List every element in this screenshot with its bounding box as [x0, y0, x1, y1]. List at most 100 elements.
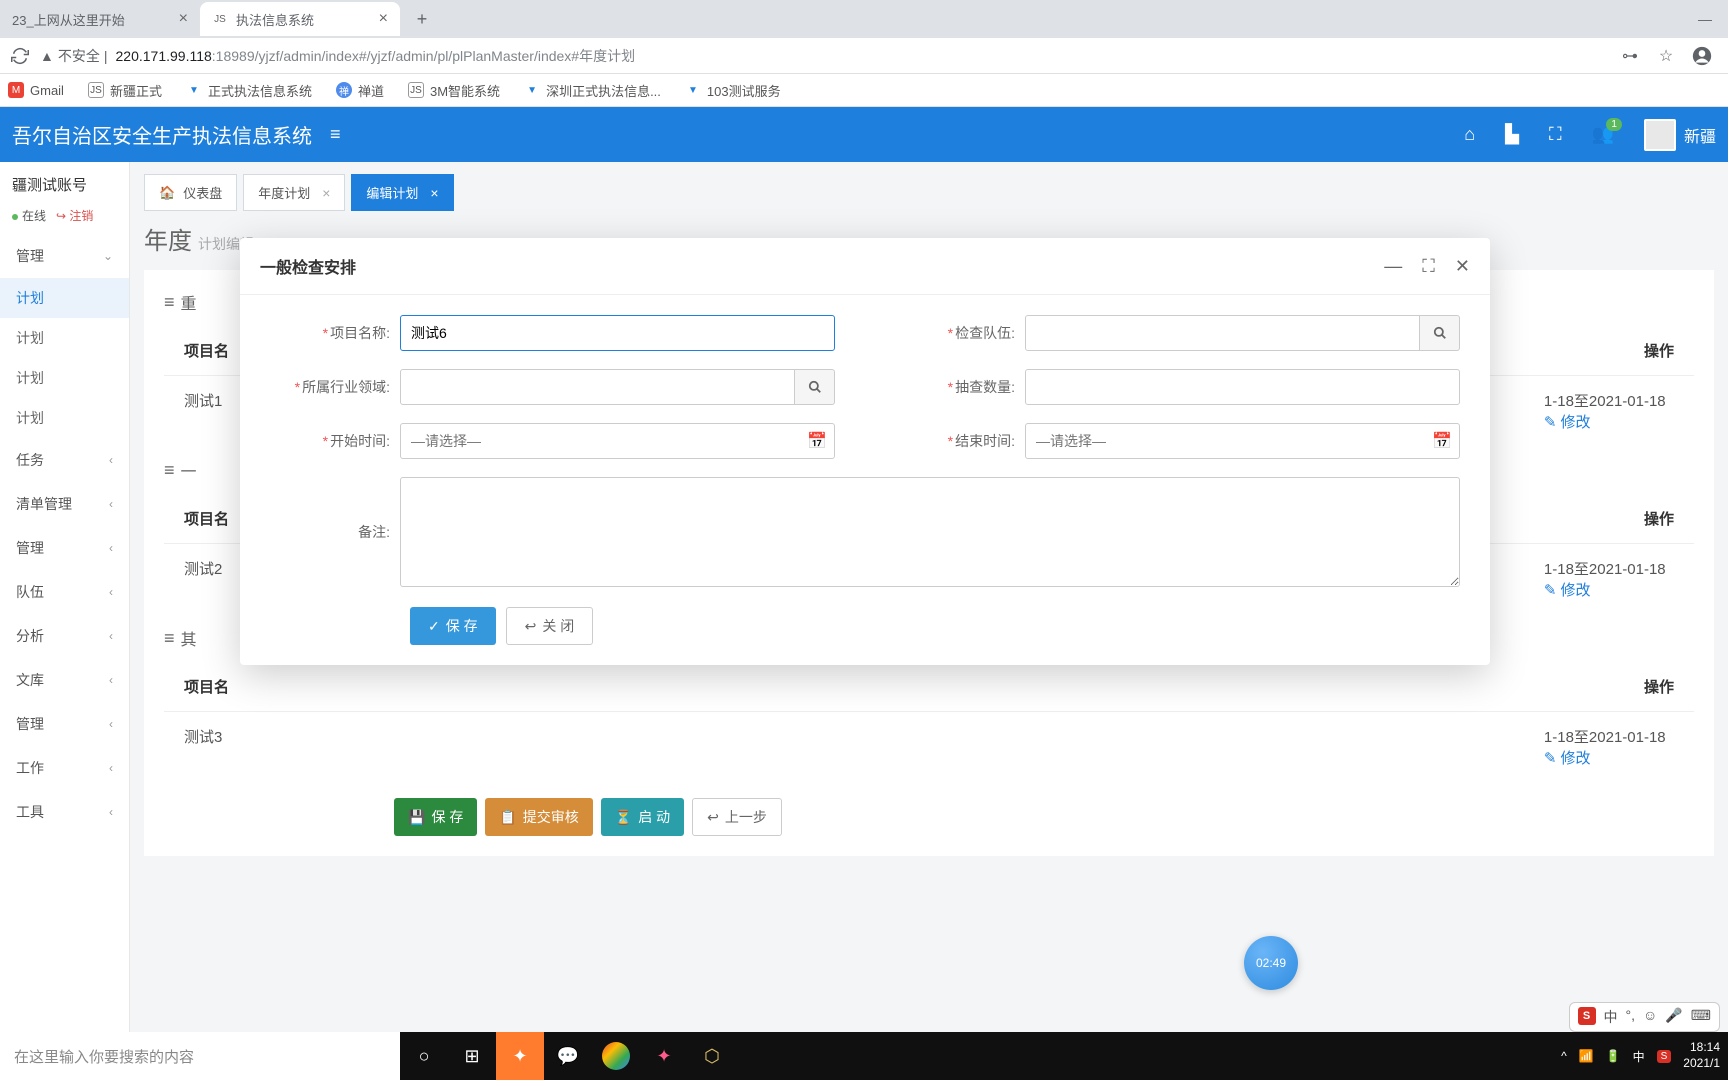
- bookmark-gmail[interactable]: MGmail: [8, 82, 64, 98]
- task-view-icon[interactable]: ⊞: [448, 1032, 496, 1080]
- bookmarks-bar: MGmail JS新疆正式 ▼正式执法信息系统 禅禅道 JS3M智能系统 ▼深圳…: [0, 74, 1728, 107]
- user-name: 新疆: [1684, 123, 1716, 147]
- modal-close-button[interactable]: ↩ 关 闭: [506, 607, 594, 645]
- bookmark-item[interactable]: ▼深圳正式执法信息...: [524, 81, 661, 100]
- bookmark-item[interactable]: JS新疆正式: [88, 81, 162, 100]
- chevron-left-icon: ‹: [109, 585, 113, 599]
- taskbar-app-icon[interactable]: ✦: [640, 1032, 688, 1080]
- browser-tab[interactable]: 23_上网从这里开始 ×: [0, 2, 200, 36]
- ime-toolbar[interactable]: S 中 °, ☺ 🎤 ⌨: [1569, 1002, 1720, 1032]
- taskbar-search[interactable]: 在这里输入你要搜索的内容: [0, 1032, 400, 1080]
- new-tab-button[interactable]: +: [408, 5, 436, 33]
- wechat-icon[interactable]: 💬: [544, 1032, 592, 1080]
- start-date-input[interactable]: [400, 423, 835, 459]
- submit-button[interactable]: 📋 提交审核: [485, 798, 592, 836]
- chevron-left-icon: ‹: [109, 805, 113, 819]
- content-tab-edit[interactable]: 编辑计划×: [351, 174, 453, 211]
- minimize-button[interactable]: —: [1682, 0, 1728, 38]
- sidebar-item-task[interactable]: 任务‹: [0, 438, 129, 482]
- notification-icon[interactable]: 👥1: [1592, 124, 1614, 145]
- sidebar-item-analysis[interactable]: 分析‹: [0, 614, 129, 658]
- chrome-icon[interactable]: [592, 1032, 640, 1080]
- minimize-icon[interactable]: —: [1384, 256, 1402, 277]
- sidebar-item-mgmt2[interactable]: 管理‹: [0, 702, 129, 746]
- taskbar-app-icon[interactable]: ✦: [496, 1032, 544, 1080]
- industry-input[interactable]: [400, 369, 795, 405]
- sidebar-item-tools[interactable]: 工具‹: [0, 790, 129, 834]
- close-icon[interactable]: ×: [179, 10, 188, 28]
- start-button[interactable]: ⏳ 启 动: [601, 798, 684, 836]
- tray-up-icon[interactable]: ^: [1561, 1049, 1567, 1063]
- sidebar-sub-plan[interactable]: 计划: [0, 278, 129, 318]
- address-bar: ▲ 不安全 | 220.171.99.118:18989/yjzf/admin/…: [0, 38, 1728, 74]
- field-label: *抽查数量:: [895, 377, 1025, 397]
- save-button[interactable]: 💾 保 存: [394, 798, 477, 836]
- content-tab-annual[interactable]: 年度计划×: [243, 174, 345, 211]
- url-box[interactable]: ▲ 不安全 | 220.171.99.118:18989/yjzf/admin/…: [40, 46, 1612, 66]
- edit-link[interactable]: ✎ 修改: [1544, 579, 1674, 600]
- field-label: *开始时间:: [270, 431, 400, 451]
- team-input[interactable]: [1025, 315, 1420, 351]
- calendar-icon[interactable]: 📅: [1432, 431, 1452, 451]
- chart-icon[interactable]: ▙: [1505, 124, 1519, 145]
- reload-button[interactable]: [8, 44, 32, 68]
- inbox-icon[interactable]: ⌂: [1464, 124, 1475, 145]
- close-icon[interactable]: ×: [430, 185, 438, 201]
- sidebar-item-work[interactable]: 工作‹: [0, 746, 129, 790]
- bookmark-item[interactable]: ▼103测试服务: [685, 81, 781, 100]
- user-menu[interactable]: 新疆: [1644, 119, 1716, 151]
- fullscreen-icon[interactable]: ⛶: [1549, 124, 1562, 145]
- sidebar-item-mgmt[interactable]: 管理‹: [0, 526, 129, 570]
- prev-button[interactable]: ↩ 上一步: [692, 798, 782, 836]
- ime-tray[interactable]: 中: [1633, 1048, 1645, 1065]
- browser-tab-active[interactable]: JS 执法信息系统 ×: [200, 2, 400, 36]
- ime-mic-icon[interactable]: 🎤: [1665, 1007, 1682, 1027]
- end-date-input[interactable]: [1025, 423, 1460, 459]
- sidebar-item-docs[interactable]: 文库‹: [0, 658, 129, 702]
- edit-link[interactable]: ✎ 修改: [1544, 411, 1674, 432]
- search-button[interactable]: [795, 369, 835, 405]
- sidebar-item-manage[interactable]: 管理⌄: [0, 234, 129, 278]
- sidebar-sub-plan[interactable]: 计划: [0, 398, 129, 438]
- project-name-input[interactable]: [400, 315, 835, 351]
- calendar-icon[interactable]: 📅: [807, 431, 827, 451]
- key-icon[interactable]: ⊶: [1620, 46, 1640, 66]
- close-icon[interactable]: ✕: [1455, 256, 1470, 277]
- ime-punct-icon[interactable]: °,: [1626, 1007, 1636, 1027]
- insecure-warning: ▲ 不安全 |: [40, 46, 108, 66]
- search-button[interactable]: [1420, 315, 1460, 351]
- hamburger-icon[interactable]: ≡: [330, 124, 341, 145]
- timer-bubble[interactable]: 02:49: [1244, 936, 1298, 990]
- wifi-icon[interactable]: 📶: [1579, 1049, 1594, 1063]
- battery-icon[interactable]: 🔋: [1606, 1049, 1621, 1063]
- modal-title: 一般检查安排: [260, 254, 356, 278]
- ime-keyboard-icon[interactable]: ⌨: [1691, 1007, 1711, 1027]
- sidebar-sub-plan[interactable]: 计划: [0, 318, 129, 358]
- table-header: 项目名: [184, 676, 229, 697]
- star-icon[interactable]: ☆: [1656, 46, 1676, 66]
- url-text: 220.171.99.118:18989/yjzf/admin/index#/y…: [116, 46, 636, 66]
- bookmark-item[interactable]: ▼正式执法信息系统: [186, 81, 312, 100]
- sogou-tray-icon[interactable]: S: [1657, 1050, 1672, 1063]
- ime-mode[interactable]: 中: [1604, 1007, 1618, 1027]
- taskbar-app-icon[interactable]: ⬡: [688, 1032, 736, 1080]
- avatar: [1644, 119, 1676, 151]
- bookmark-item[interactable]: JS3M智能系统: [408, 81, 500, 100]
- close-icon[interactable]: ×: [379, 10, 388, 28]
- sidebar-item-list[interactable]: 清单管理‹: [0, 482, 129, 526]
- logout-link[interactable]: ↪ 注销: [56, 207, 93, 224]
- sample-input[interactable]: [1025, 369, 1460, 405]
- modal-save-button[interactable]: ✓ 保 存: [410, 607, 496, 645]
- profile-icon[interactable]: [1692, 46, 1712, 66]
- edit-link[interactable]: ✎ 修改: [1544, 747, 1674, 768]
- close-icon[interactable]: ×: [322, 185, 330, 201]
- sidebar-item-team[interactable]: 队伍‹: [0, 570, 129, 614]
- cortana-icon[interactable]: ○: [400, 1032, 448, 1080]
- bookmark-item[interactable]: 禅禅道: [336, 81, 384, 100]
- ime-emoji-icon[interactable]: ☺: [1643, 1007, 1657, 1027]
- maximize-icon[interactable]: ⛶: [1422, 256, 1435, 277]
- taskbar-clock[interactable]: 18:14 2021/1: [1683, 1040, 1720, 1071]
- remark-textarea[interactable]: [400, 477, 1460, 587]
- sidebar-sub-plan[interactable]: 计划: [0, 358, 129, 398]
- content-tab-dashboard[interactable]: 🏠仪表盘: [144, 174, 237, 211]
